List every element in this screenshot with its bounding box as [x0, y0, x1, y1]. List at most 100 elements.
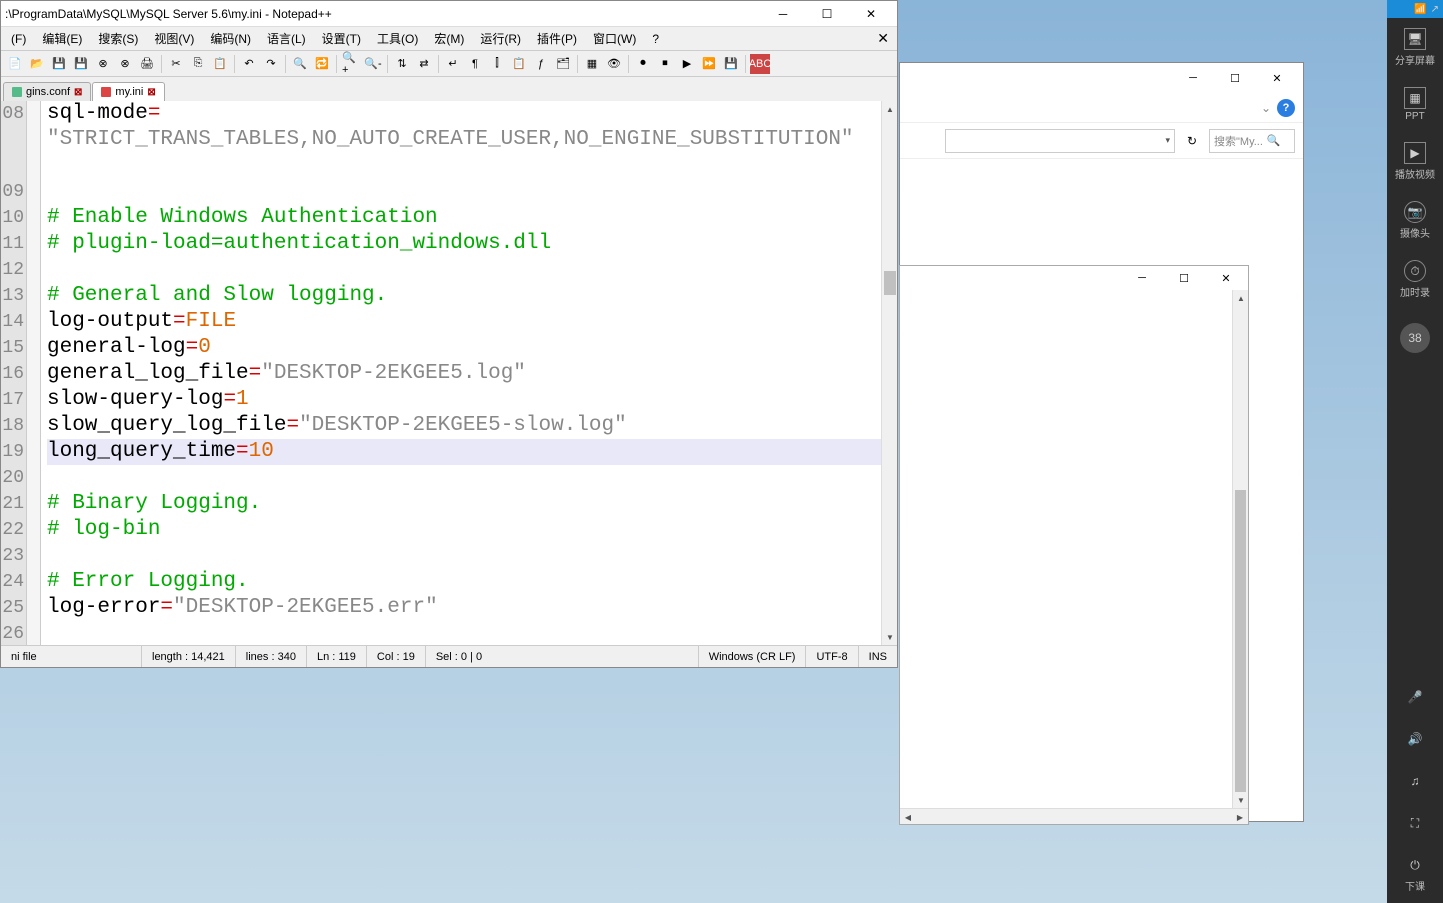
menu-language[interactable]: 语言(L) [259, 28, 314, 49]
share-indicator[interactable]: 📶 ↗ [1387, 0, 1443, 18]
line-numbers-gutter: 08 09 10 11 12 13 14 15 16 17 18 19 20 2… [1, 101, 27, 645]
child-content-area[interactable]: ▲ ▼ ◀ ▶ [900, 290, 1248, 824]
scroll-down-arrow-icon[interactable]: ▼ [882, 629, 897, 645]
maximize-button[interactable]: ☐ [1221, 68, 1249, 88]
menu-encoding[interactable]: 编码(N) [202, 28, 259, 49]
zoom-out-icon[interactable]: 🔍- [363, 54, 383, 74]
menu-file[interactable]: (F) [3, 30, 34, 48]
status-encoding: UTF-8 [805, 646, 857, 667]
camera-button[interactable]: 📷 摄像头 [1387, 191, 1443, 250]
cut-icon[interactable]: ✂ [166, 54, 186, 74]
music-button[interactable]: ♫ [1387, 760, 1443, 802]
menu-run[interactable]: 运行(R) [472, 28, 529, 49]
editor-area[interactable]: 08 09 10 11 12 13 14 15 16 17 18 19 20 2… [1, 101, 897, 645]
explorer-titlebar: ─ ☐ ✕ [900, 63, 1303, 93]
show-all-chars-icon[interactable]: ¶ [465, 54, 485, 74]
menu-help[interactable]: ? [644, 30, 667, 48]
find-icon[interactable]: 🔍 [290, 54, 310, 74]
code-content[interactable]: sql-mode= "STRICT_TRANS_TABLES,NO_AUTO_C… [41, 101, 897, 645]
menu-settings[interactable]: 设置(T) [314, 28, 369, 49]
scrollbar-thumb[interactable] [884, 271, 896, 295]
vertical-scrollbar[interactable]: ▲ ▼ [1232, 290, 1248, 808]
print-icon[interactable]: 🖨 [137, 54, 157, 74]
menu-plugins[interactable]: 插件(P) [529, 28, 585, 49]
copy-icon[interactable]: ⎘ [188, 54, 208, 74]
vertical-scrollbar[interactable]: ▲ ▼ [881, 101, 897, 645]
maximize-button[interactable]: ☐ [1170, 268, 1198, 288]
menu-tools[interactable]: 工具(O) [369, 28, 426, 49]
toolbar-separator [438, 55, 439, 73]
tab-nginx-conf[interactable]: gins.conf ⊠ [3, 82, 91, 101]
mic-button[interactable]: 🎤 [1387, 676, 1443, 718]
fullscreen-button[interactable]: ⛶ [1387, 802, 1443, 844]
menu-search[interactable]: 搜索(S) [90, 28, 146, 49]
minimize-button[interactable]: ─ [761, 2, 805, 26]
doc-map-icon[interactable]: ▦ [582, 54, 602, 74]
record-macro-icon[interactable]: ⏺ [633, 54, 653, 74]
scrollbar-thumb[interactable] [1235, 490, 1246, 792]
volume-button[interactable]: 🔊 [1387, 718, 1443, 760]
close-all-icon[interactable]: ⊗ [115, 54, 135, 74]
horizontal-scrollbar[interactable]: ◀ ▶ [900, 808, 1248, 824]
menu-view[interactable]: 视图(V) [146, 28, 202, 49]
save-all-icon[interactable]: 💾 [71, 54, 91, 74]
sync-h-icon[interactable]: ⇄ [414, 54, 434, 74]
path-dropdown[interactable]: ▾ [945, 129, 1175, 153]
chevron-down-icon[interactable]: ⌄ [1261, 101, 1271, 115]
folder-tree-icon[interactable]: 🗂 [553, 54, 573, 74]
minimize-button[interactable]: ─ [1179, 68, 1207, 88]
document-close-icon[interactable]: ✕ [871, 30, 895, 47]
maximize-button[interactable]: ☐ [805, 2, 849, 26]
close-button[interactable]: ✕ [1212, 268, 1240, 288]
menu-macro[interactable]: 宏(M) [426, 28, 472, 49]
scroll-up-arrow-icon[interactable]: ▲ [882, 101, 897, 117]
scroll-left-arrow-icon[interactable]: ◀ [900, 809, 916, 825]
badge-count[interactable]: 38 [1387, 309, 1443, 367]
scroll-up-arrow-icon[interactable]: ▲ [1233, 290, 1249, 306]
menu-edit[interactable]: 编辑(E) [34, 28, 90, 49]
timer-button[interactable]: ⏱ 加时录 [1387, 250, 1443, 309]
tab-close-icon[interactable]: ⊠ [147, 87, 155, 98]
help-icon[interactable]: ? [1277, 99, 1295, 117]
scroll-right-arrow-icon[interactable]: ▶ [1232, 809, 1248, 825]
share-screen-button[interactable]: 🖥 分享屏幕 [1387, 18, 1443, 77]
open-file-icon[interactable]: 📂 [27, 54, 47, 74]
current-line-highlight: long_query_time=10 [47, 439, 897, 465]
function-list-icon[interactable]: ƒ [531, 54, 551, 74]
spellcheck-icon[interactable]: ABC [750, 54, 770, 74]
replace-icon[interactable]: 🔁 [312, 54, 332, 74]
close-button[interactable]: ✕ [1263, 68, 1291, 88]
close-button[interactable]: ✕ [849, 2, 893, 26]
stop-macro-icon[interactable]: ⏹ [655, 54, 675, 74]
indent-guide-icon[interactable]: ⫿ [487, 54, 507, 74]
save-macro-icon[interactable]: 💾 [721, 54, 741, 74]
wordwrap-icon[interactable]: ↵ [443, 54, 463, 74]
save-icon[interactable]: 💾 [49, 54, 69, 74]
status-col: Col : 19 [366, 646, 425, 667]
fullscreen-icon: ⛶ [1404, 812, 1426, 834]
refresh-icon[interactable]: ↻ [1181, 130, 1203, 152]
tab-my-ini[interactable]: my.ini ⊠ [92, 82, 164, 101]
play-macro-icon[interactable]: ▶ [677, 54, 697, 74]
close-file-icon[interactable]: ⊗ [93, 54, 113, 74]
monitor-icon[interactable]: 👁 [604, 54, 624, 74]
toolbar-separator [387, 55, 388, 73]
scroll-down-arrow-icon[interactable]: ▼ [1233, 792, 1249, 808]
tab-close-icon[interactable]: ⊠ [74, 87, 82, 98]
lang-tool-icon[interactable]: 📋 [509, 54, 529, 74]
ppt-button[interactable]: ▦ PPT [1387, 77, 1443, 132]
exit-class-button[interactable]: ⏻ 下课 [1387, 844, 1443, 903]
paste-icon[interactable]: 📋 [210, 54, 230, 74]
toolbar: 📄 📂 💾 💾 ⊗ ⊗ 🖨 ✂ ⎘ 📋 ↶ ↷ 🔍 🔁 🔍+ 🔍- ⇅ ⇄ ↵ … [1, 51, 897, 77]
minimize-button[interactable]: ─ [1128, 268, 1156, 288]
search-input[interactable]: 搜索"My... 🔍 [1209, 129, 1295, 153]
fold-margin[interactable] [27, 101, 41, 645]
play-video-button[interactable]: ▶ 播放视频 [1387, 132, 1443, 191]
zoom-in-icon[interactable]: 🔍+ [341, 54, 361, 74]
menu-window[interactable]: 窗口(W) [585, 28, 644, 49]
redo-icon[interactable]: ↷ [261, 54, 281, 74]
undo-icon[interactable]: ↶ [239, 54, 259, 74]
fast-forward-icon[interactable]: ⏩ [699, 54, 719, 74]
new-file-icon[interactable]: 📄 [5, 54, 25, 74]
sync-v-icon[interactable]: ⇅ [392, 54, 412, 74]
